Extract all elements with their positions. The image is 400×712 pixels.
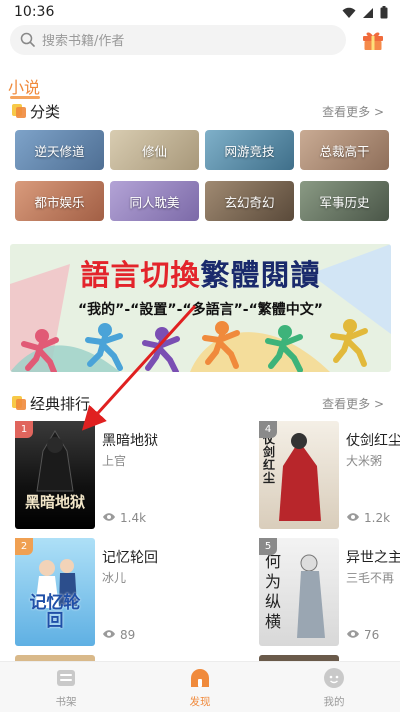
genre-label: 总裁高干 — [319, 144, 370, 159]
nav-mine[interactable]: 我的 — [299, 667, 369, 711]
eye-icon — [347, 630, 359, 638]
tab-underline — [10, 96, 40, 99]
book-views: 76 — [364, 628, 380, 642]
eye-icon — [347, 513, 359, 521]
genre-section-title: 分类 — [30, 103, 61, 121]
genre-tile[interactable]: 同人耽美 — [110, 181, 199, 221]
book-item[interactable]: 何为纵横 5 异世之主 三毛不再 76 — [259, 538, 400, 648]
banner-headline-part1: 語言切換 — [80, 258, 201, 292]
genre-tile[interactable]: 网游竞技 — [205, 130, 294, 170]
search-bar[interactable] — [10, 25, 346, 55]
genre-tile[interactable]: 玄幻奇幻 — [205, 181, 294, 221]
language-banner[interactable]: 語言切換繁體閱讀 “我的”-“設置”-“多語言”-“繁體中文” — [10, 244, 391, 372]
nav-discover[interactable]: 发现 — [165, 667, 235, 711]
bottom-nav: 书架 发现 我的 — [0, 661, 400, 712]
ranking-section-title: 经典排行 — [30, 395, 91, 413]
ranking-section-header: 经典排行 查看更多 > — [12, 393, 392, 415]
genre-tile[interactable]: 军事历史 — [300, 181, 389, 221]
section-mark-icon — [12, 104, 26, 118]
book-author: 三毛不再 — [346, 571, 395, 585]
genre-label: 同人耽美 — [129, 195, 180, 210]
book-cover-title: 黑暗地狱 — [24, 493, 85, 511]
book-cover-title: 何为纵横 — [265, 552, 282, 631]
genre-label: 网游竞技 — [224, 144, 275, 159]
ranking-more-link[interactable]: 查看更多 > — [322, 395, 384, 412]
book-item[interactable]: 仗剑红尘 4 仗剑红尘 大米粥 1.2k — [259, 421, 400, 531]
book-title: 记忆轮回 — [102, 550, 158, 566]
bookshelf-icon — [57, 670, 75, 686]
genre-tile[interactable]: 总裁高干 — [300, 130, 389, 170]
book-item[interactable]: 黑暗地狱 1 黑暗地狱 上官 1.4k — [15, 421, 205, 531]
section-mark-icon — [12, 396, 26, 410]
nav-label: 书架 — [55, 696, 77, 708]
wifi-icon — [342, 7, 356, 18]
book-cover-title: 仗剑红尘 — [263, 432, 276, 485]
rank-badge: 4 — [259, 421, 277, 438]
status-time: 10:36 — [14, 4, 55, 20]
signal-icon — [363, 7, 373, 18]
rank-badge: 2 — [15, 538, 33, 555]
genre-tile[interactable]: 都市娱乐 — [15, 181, 104, 221]
book-views: 89 — [120, 628, 136, 642]
genre-label: 玄幻奇幻 — [224, 195, 275, 210]
book-item[interactable]: 记忆轮回 2 记忆轮回 冰儿 89 — [15, 538, 205, 648]
genre-section-header: 分类 查看更多 > — [12, 101, 392, 123]
genre-more-link[interactable]: 查看更多 > — [322, 103, 384, 120]
genre-label: 修仙 — [141, 144, 167, 159]
book-views: 1.4k — [120, 511, 147, 525]
genre-tile[interactable]: 逆天修道 — [15, 130, 104, 170]
nav-label: 我的 — [323, 696, 345, 708]
status-icons — [342, 6, 388, 19]
book-views: 1.2k — [364, 511, 391, 525]
profile-icon — [324, 668, 344, 688]
banner-headline-part2: 繁體閱讀 — [200, 258, 321, 292]
book-author: 冰儿 — [102, 571, 127, 585]
status-bar: 10:36 — [0, 0, 400, 26]
rank-badge: 1 — [15, 421, 33, 438]
gift-icon[interactable] — [361, 28, 385, 52]
nav-label: 发现 — [189, 696, 211, 708]
discover-icon — [191, 669, 209, 687]
banner-instruction: “我的”-“設置”-“多語言”-“繁體中文” — [77, 302, 324, 318]
book-title: 异世之主 — [346, 550, 400, 566]
search-icon — [20, 32, 35, 47]
genre-label: 军事历史 — [319, 195, 370, 210]
genre-label: 逆天修道 — [34, 144, 85, 159]
tab-novel[interactable]: 小说 — [8, 74, 40, 98]
rank-badge: 5 — [259, 538, 277, 555]
book-author: 大米粥 — [346, 454, 383, 468]
book-title: 黑暗地狱 — [102, 433, 158, 449]
genre-label: 都市娱乐 — [34, 195, 85, 210]
book-author: 上官 — [102, 454, 127, 468]
nav-bookshelf[interactable]: 书架 — [31, 667, 101, 711]
eye-icon — [103, 630, 115, 638]
search-input[interactable] — [40, 29, 334, 53]
eye-icon — [103, 513, 115, 521]
genre-tile[interactable]: 修仙 — [110, 130, 199, 170]
book-cover-title: 记忆轮回 — [29, 593, 81, 631]
book-title: 仗剑红尘 — [346, 433, 400, 449]
battery-icon — [380, 6, 388, 19]
banner-headline: 語言切換繁體閱讀 — [10, 252, 391, 294]
